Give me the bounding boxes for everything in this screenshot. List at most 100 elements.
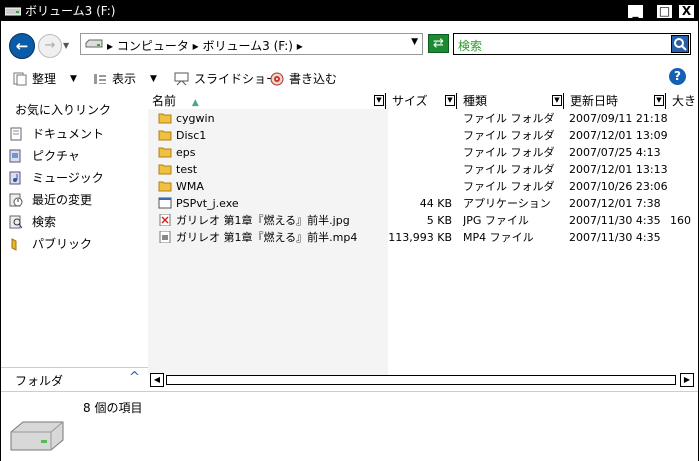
organize-label: 整理 — [32, 72, 57, 86]
recent-changes-icon — [9, 193, 23, 206]
file-row[interactable]: ガリレオ 第1章『燃える』前半.mp4 113,993 KB MP4 ファイル 200… — [148, 229, 698, 246]
video-icon — [158, 230, 172, 244]
file-date: 2007/07/25 4:13 — [569, 146, 661, 159]
file-row[interactable]: cygwin ファイル フォルダ 2007/09/11 21:18 — [148, 110, 698, 127]
search-icon[interactable] — [671, 35, 689, 53]
views-button[interactable]: 表示 ▼ — [93, 70, 157, 87]
file-row[interactable]: PSPvt_j.exe 44 KB アプリケーション 2007/12/01 7:38 — [148, 195, 698, 212]
window-title: ボリューム3 (F:) — [25, 4, 116, 18]
file-type: ファイル フォルダ — [463, 146, 555, 159]
column-filter-icon[interactable]: ▼ — [552, 95, 562, 106]
folder-icon — [158, 112, 172, 124]
title-bar[interactable]: ボリューム3 (F:) _ □ X — [1, 1, 698, 21]
column-filter-icon[interactable]: ▼ — [445, 95, 455, 106]
burn-button[interactable]: 書き込む — [270, 70, 337, 87]
file-type: JPG ファイル — [463, 214, 529, 227]
file-row[interactable]: eps ファイル フォルダ 2007/07/25 4:13 — [148, 144, 698, 161]
close-button[interactable]: X — [678, 4, 695, 19]
sidebar-item-label: ミュージック — [32, 171, 104, 185]
file-date: 2007/12/01 13:13 — [569, 163, 667, 176]
slideshow-button[interactable]: スライドショー — [174, 70, 278, 87]
file-name: ガリレオ 第1章『燃える』前半.jpg — [176, 214, 350, 227]
scrollbar-track[interactable] — [166, 375, 676, 385]
chevron-up-icon[interactable]: ^ — [129, 370, 140, 385]
sidebar-item-pictures[interactable]: ピクチャ — [9, 147, 80, 164]
file-extra: 160 — [670, 214, 691, 227]
sidebar-item-recent[interactable]: 最近の変更 — [9, 191, 92, 208]
pictures-icon — [9, 149, 21, 162]
file-date: 2007/10/26 23:06 — [569, 180, 667, 193]
file-date: 2007/11/30 4:35 — [569, 214, 661, 227]
file-type: ファイル フォルダ — [463, 180, 555, 193]
file-name: ガリレオ 第1章『燃える』前半.mp4 — [176, 231, 358, 244]
sidebar-item-label: 検索 — [32, 215, 57, 229]
file-date: 2007/11/30 4:35 — [569, 231, 661, 244]
file-row[interactable]: test ファイル フォルダ 2007/12/01 13:13 — [148, 161, 698, 178]
image-icon — [158, 213, 172, 227]
file-type: MP4 ファイル — [463, 231, 534, 244]
search-folder-icon — [9, 215, 23, 228]
file-type: ファイル フォルダ — [463, 129, 555, 142]
file-name: cygwin — [176, 112, 215, 125]
folders-toggle[interactable]: フォルダ ^ — [1, 367, 148, 392]
sidebar-item-music[interactable]: ミュージック — [9, 169, 104, 186]
sidebar-item-documents[interactable]: ドキュメント — [9, 125, 104, 142]
refresh-button[interactable]: ⇄ — [428, 34, 449, 53]
public-folder-icon — [11, 237, 17, 251]
file-type: ファイル フォルダ — [463, 163, 555, 176]
navigation-pane: お気に入りリンク ドキュメント ピクチャ ミュージック 最近の変更 検索 パブリ… — [1, 91, 148, 367]
forward-button[interactable]: → — [38, 34, 62, 58]
file-size: 113,993 KB — [388, 231, 452, 244]
favorites-title: お気に入りリンク — [15, 103, 112, 117]
column-name-label: 名前 — [152, 94, 177, 108]
column-header-type[interactable]: 種類 ▼ — [459, 93, 564, 109]
sidebar-item-public[interactable]: パブリック — [9, 235, 92, 252]
minimize-button[interactable]: _ — [627, 4, 644, 19]
history-dropdown-icon[interactable]: ▼ — [63, 41, 69, 50]
documents-icon — [10, 127, 22, 140]
file-name: PSPvt_j.exe — [176, 197, 239, 210]
organize-button[interactable]: 整理 ▼ — [13, 70, 77, 87]
drive-large-icon — [10, 421, 64, 451]
scroll-right-button[interactable]: ▶ — [680, 373, 694, 387]
column-filter-icon[interactable]: ▼ — [654, 95, 664, 106]
file-name: test — [176, 163, 198, 176]
views-label: 表示 — [112, 72, 137, 86]
column-filter-icon[interactable]: ▼ — [374, 95, 384, 106]
views-icon — [94, 73, 106, 84]
file-row[interactable]: ガリレオ 第1章『燃える』前半.jpg 5 KB JPG ファイル 2007/11/3… — [148, 212, 698, 229]
file-date: 2007/12/01 13:09 — [569, 129, 667, 142]
sidebar-item-label: ドキュメント — [32, 127, 105, 141]
search-input[interactable]: 検索 — [453, 33, 691, 55]
drive-icon — [85, 39, 103, 48]
app-icon — [158, 197, 172, 209]
file-date: 2007/09/11 21:18 — [569, 112, 667, 125]
column-header-name[interactable]: 名前 ▲ ▼ — [148, 93, 386, 109]
sort-ascending-icon: ▲ — [191, 98, 199, 108]
address-dropdown-icon[interactable]: ▼ — [411, 37, 418, 47]
explorer-window: ボリューム3 (F:) _ □ X ← → ▼ ▸ コンピュータ ▸ ボリューム… — [0, 0, 699, 461]
file-row[interactable]: WMA ファイル フォルダ 2007/10/26 23:06 — [148, 178, 698, 195]
horizontal-scrollbar[interactable]: ◀ ▶ — [148, 373, 698, 389]
back-button[interactable]: ← — [9, 33, 35, 59]
help-icon[interactable]: ? — [669, 68, 686, 85]
breadcrumb[interactable]: ▸ コンピュータ ▸ ボリューム3 (F:) ▸ — [107, 37, 303, 54]
column-header-extra[interactable]: 大き — [668, 93, 698, 109]
maximize-button[interactable]: □ — [656, 4, 673, 19]
command-bar: 整理 ▼ 表示 ▼ スライドショー 書き込む — [1, 65, 698, 91]
column-header-date[interactable]: 更新日時 ▼ — [566, 93, 666, 109]
sidebar-item-search[interactable]: 検索 — [9, 213, 56, 230]
burn-label: 書き込む — [289, 72, 338, 86]
column-date-label: 更新日時 — [570, 94, 619, 108]
details-pane: 8 個の項目 — [1, 391, 698, 461]
column-header-size[interactable]: サイズ ▼ — [388, 93, 457, 109]
scroll-left-button[interactable]: ◀ — [150, 373, 164, 387]
file-row[interactable]: Disc1 ファイル フォルダ 2007/12/01 13:09 — [148, 127, 698, 144]
address-field[interactable]: ▸ コンピュータ ▸ ボリューム3 (F:) ▸ ▼ — [80, 33, 423, 55]
music-icon — [9, 171, 21, 184]
file-type: ファイル フォルダ — [463, 112, 555, 125]
chevron-down-icon: ▼ — [70, 73, 77, 84]
search-placeholder: 検索 — [458, 39, 483, 53]
file-name: eps — [176, 146, 196, 159]
drive-icon — [5, 7, 21, 16]
